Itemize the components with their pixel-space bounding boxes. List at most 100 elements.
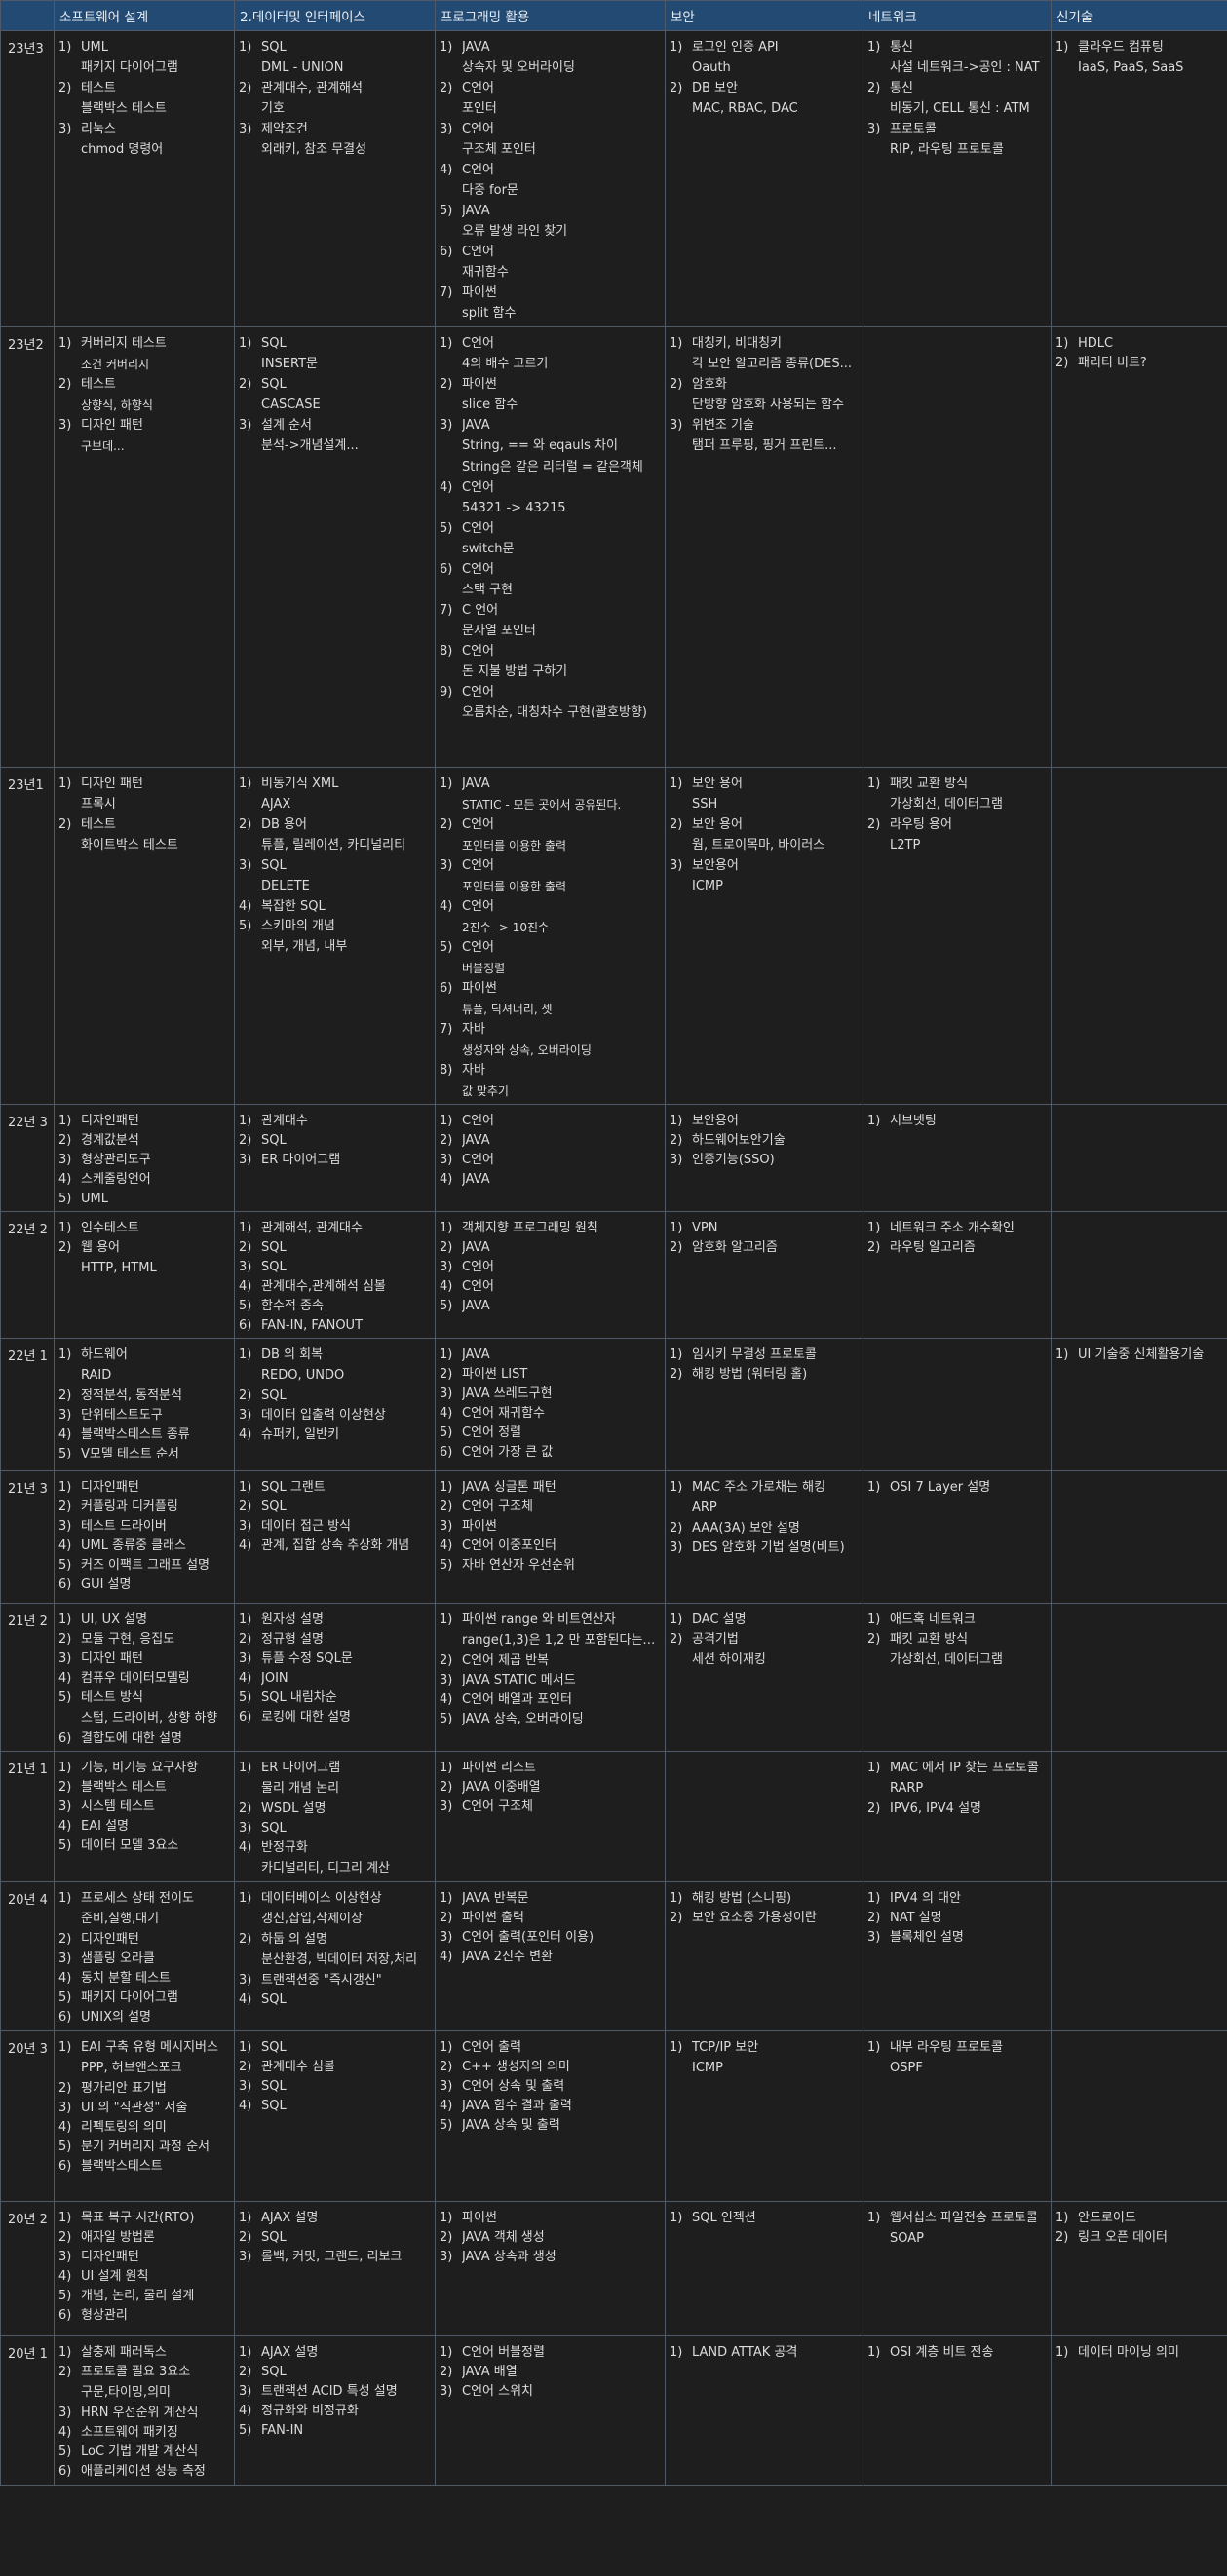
item-text: 스키마의 개념 <box>261 919 335 933</box>
item-text: 설계 순서 <box>261 418 312 433</box>
topic-item: 2) 보안 용어 <box>670 815 859 835</box>
item-number: 4) <box>239 2099 252 2113</box>
topic-item: 3) 형상관리도구 <box>58 1151 230 1170</box>
topic-item: 3) 프로토콜 <box>867 120 1047 139</box>
item-text: 형상관리도구 <box>81 1153 151 1167</box>
item-text: 단위테스트도구 <box>81 1408 163 1422</box>
topic-item: 6) GUI 설명 <box>58 1575 230 1595</box>
item-text: 통신 <box>890 40 913 55</box>
item-text: 파이썬 리스트 <box>462 1761 536 1775</box>
programming-cell: 1) JAVA STATIC - 모든 곳에서 공유된다. 2) C언어 포인터를 이용한… <box>435 767 666 1105</box>
topic-item: 6) 형상관리 <box>58 2306 230 2326</box>
item-number: 3) <box>58 1519 72 1534</box>
header-data-interface: 2.데이터및 인터페이스 <box>234 0 436 31</box>
item-text: JAVA 2진수 변환 <box>462 1950 553 1964</box>
item-number: 1) <box>58 2345 72 2360</box>
year-cell: 20년 3 <box>0 2030 55 2202</box>
item-number: 3) <box>440 858 453 873</box>
topic-item: 2) DB 보안 <box>670 79 859 98</box>
item-number: 1) <box>58 2040 72 2055</box>
item-number: 4) <box>58 1538 72 1553</box>
topic-item: 1) SQL <box>239 38 431 57</box>
item-number: 4) <box>440 899 453 914</box>
topic-item: 1) IPV4 의 대안 <box>867 1889 1047 1909</box>
item-number: 3) <box>58 2406 72 2420</box>
item-text: SQL <box>261 858 287 873</box>
item-text: 파이썬 range 와 비트연산자 <box>462 1612 616 1627</box>
topic-item: 3) 보안용어 <box>670 856 859 876</box>
topic-item: 1) 네트워크 주소 개수확인 <box>867 1219 1047 1238</box>
item-number: 2) <box>58 81 72 95</box>
item-number: 1) <box>670 1114 683 1128</box>
item-text: EAI 설명 <box>81 1819 129 1834</box>
item-text: C언어 <box>462 521 494 536</box>
programming-cell: 1) C언어 2) JAVA 3) C언어 4) JAVA <box>435 1104 666 1212</box>
item-number: 3) <box>58 1651 72 1666</box>
topic-item: 1) DAC 설명 <box>670 1610 859 1630</box>
item-text: 살충제 패러독스 <box>81 2345 167 2360</box>
topic-detail: String은 같은 리터럴 = 같은객체 <box>462 460 643 474</box>
topic-item: 1) JAVA <box>440 1345 661 1365</box>
topic-item: 1) 클라우드 컴퓨팅 <box>1055 38 1223 57</box>
topic-item: 3) C언어 <box>440 856 661 876</box>
item-number: 2) <box>440 1133 453 1148</box>
item-text: 테스트 <box>81 817 116 832</box>
topic-item: 1) JAVA <box>440 775 661 794</box>
security-cell: 1) TCP/IP 보안 ICMP <box>665 2030 863 2202</box>
topic-detail: 블랙박스 테스트 <box>81 101 167 116</box>
topic-item: 5) SQL 내림차순 <box>239 1688 431 1708</box>
item-text: 해킹 방법 (워터링 홀) <box>692 1367 808 1382</box>
topic-item: 3) JAVA STATIC 메서드 <box>440 1671 661 1690</box>
item-text: 디자인패턴 <box>81 1114 139 1128</box>
topic-detail: 준비,실행,대기 <box>81 1912 160 1926</box>
item-text: DB 의 회복 <box>261 1347 324 1362</box>
topic-item: 4) 관계대수,관계해석 심볼 <box>239 1277 431 1297</box>
topic-item: 3) 디자인 패턴 <box>58 416 230 436</box>
item-text: SQL <box>261 2079 287 2094</box>
new-tech-cell: 1) 데이터 마이닝 의미 <box>1051 2335 1227 2486</box>
item-text: 블랙박스 테스트 <box>81 1780 167 1795</box>
topic-detail: 웜, 트로이목마, 바이러스 <box>692 838 825 852</box>
item-number: 2) <box>867 1801 881 1816</box>
item-number: 3) <box>440 1386 453 1401</box>
item-text: SQL <box>261 1133 287 1148</box>
topic-item: 1) AJAX 설명 <box>239 2209 431 2228</box>
topic-item: 4) C언어 <box>440 897 661 917</box>
item-number: 1) <box>1055 40 1069 55</box>
item-number: 1) <box>670 777 683 791</box>
topic-item: 1) JAVA 싱글톤 패턴 <box>440 1478 661 1497</box>
topic-item: 4) C언어 <box>440 161 661 180</box>
topic-item: 2) 해킹 방법 (워터링 홀) <box>670 1365 859 1384</box>
item-text: JAVA STATIC 메서드 <box>462 1673 576 1687</box>
software-design-cell: 1) 목표 복구 시간(RTO) 2) 애자일 방법론 3) 디자인패턴 4) UI 설계 원… <box>54 2201 235 2336</box>
item-text: SQL <box>261 1992 287 2007</box>
item-text: SQL <box>261 336 287 351</box>
item-number: 1) <box>440 777 453 791</box>
item-text: C언어 <box>462 644 494 659</box>
topic-item: 4) SQL <box>239 2097 431 2116</box>
item-number: 4) <box>58 1172 72 1187</box>
topic-item: 6) C언어 <box>440 243 661 262</box>
table-row: 20년 2 1) 목표 복구 시간(RTO) 2) 애자일 방법론 3) 디자인패턴 4) UI… <box>0 2201 1227 2336</box>
topic-item: 2) 파이썬 LIST <box>440 1365 661 1384</box>
software-design-cell: 1) 하드웨어 RAID 2) 정적분석, 동적분석 3) 단위테스트도구 4) 블랙박스테스트… <box>54 1338 235 1471</box>
item-text: JAVA 객체 생성 <box>462 2230 545 2245</box>
item-text: FAN-IN <box>261 2423 304 2438</box>
item-text: C언어 <box>462 1153 494 1167</box>
topic-item: 6) C언어 가장 큰 값 <box>440 1443 661 1462</box>
item-text: JAVA 상속 및 출력 <box>462 2118 560 2133</box>
topic-item: 1) 기능, 비기능 요구사항 <box>58 1759 230 1778</box>
topic-item: 1) 비동기식 XML <box>239 775 431 794</box>
programming-cell: 1) JAVA 상속자 및 오버라이딩 2) C언어 포인터 3) C언어 구조체 포인터 4) C… <box>435 30 666 327</box>
new-tech-cell <box>1051 1603 1227 1752</box>
item-number: 4) <box>440 1406 453 1421</box>
item-number: 3) <box>239 1260 252 1274</box>
topic-item: 2) 프로토콜 필요 3요소 <box>58 2363 230 2382</box>
item-text: 임시키 무결성 프로토콜 <box>692 1347 817 1362</box>
item-number: 1) <box>440 2345 453 2360</box>
item-number: 2) <box>440 1240 453 1255</box>
item-number: 1) <box>239 1480 252 1495</box>
topic-item: 2) 암호화 <box>670 375 859 395</box>
item-number: 6) <box>440 981 453 996</box>
security-cell: 1) 보안 용어 SSH 2) 보안 용어 웜, 트로이목마, 바이러스 3) 보안용어 ICM… <box>665 767 863 1105</box>
